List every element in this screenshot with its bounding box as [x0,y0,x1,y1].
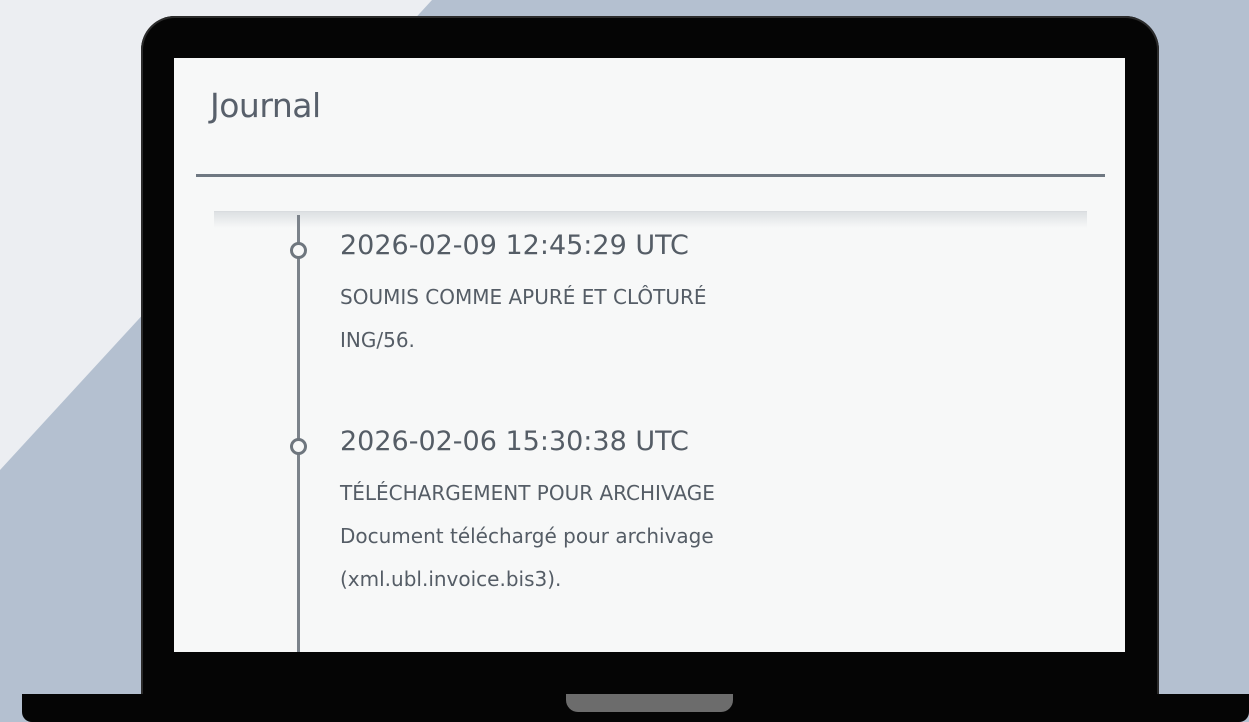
entry-detail: Document téléchargé pour archivage [340,524,714,548]
entry-detail: (xml.ubl.invoice.bis3). [340,567,562,591]
timeline-node-icon [290,438,307,455]
timeline-node-icon [290,242,307,259]
title-divider [196,174,1105,177]
entry-timestamp: 2026-02-09 12:45:29 UTC [340,230,689,261]
scroll-shadow [214,211,1087,228]
laptop-screen: Journal 2026-02-09 12:45:29 UTC SOUMIS C… [174,58,1125,652]
entry-event: SOUMIS COMME APURÉ ET CLÔTURÉ [340,285,707,309]
entry-event: TÉLÉCHARGEMENT POUR ARCHIVAGE [340,481,715,505]
entry-detail: ING/56. [340,328,415,352]
timeline-line [297,215,300,652]
entry-timestamp: 2026-02-06 15:30:38 UTC [340,426,689,457]
panel-title: Journal [210,86,321,125]
laptop-notch [566,694,733,712]
